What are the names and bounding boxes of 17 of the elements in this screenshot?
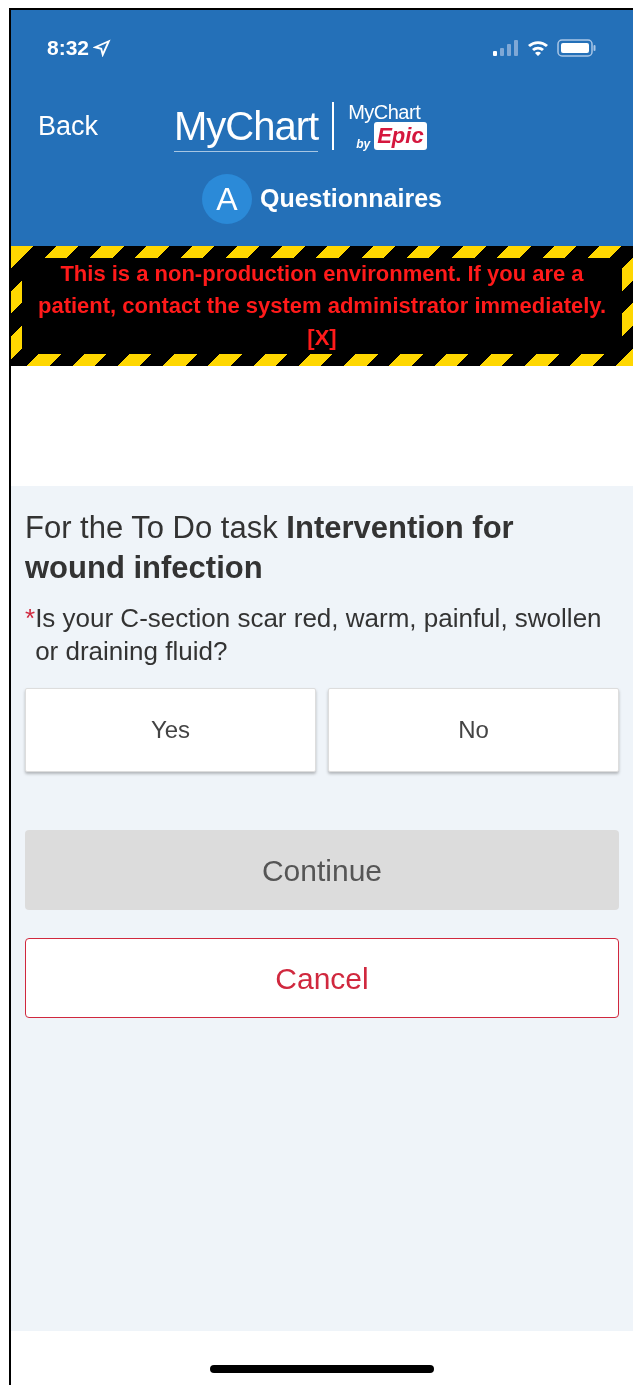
signal-icon bbox=[493, 40, 519, 56]
page-title: Questionnaires bbox=[260, 183, 442, 215]
location-arrow-icon bbox=[93, 39, 112, 57]
back-button[interactable]: Back bbox=[38, 105, 174, 147]
task-heading: For the To Do task Intervention for wound infection bbox=[25, 509, 515, 587]
wifi-icon bbox=[527, 40, 549, 56]
warning-text[interactable]: This is a non-production environment. If you are a patient, contact the system administrator immediately. [X] bbox=[22, 258, 622, 354]
mychart-logo: MyChart bbox=[174, 100, 319, 152]
avatar: A bbox=[202, 174, 252, 224]
answer-option[interactable]: No bbox=[328, 688, 619, 772]
cancel-button[interactable]: Cancel bbox=[25, 938, 619, 1018]
status-time: 8:32 bbox=[47, 35, 90, 62]
battery-icon bbox=[557, 39, 597, 57]
mychart-by-epic-logo: MyChart by Epic bbox=[348, 102, 427, 150]
required-asterisk: * bbox=[25, 602, 36, 635]
answer-option[interactable]: Yes bbox=[25, 688, 316, 772]
question-text: Is your C-section scar red, warm, painful, swollen or draining fluid? bbox=[35, 602, 603, 668]
